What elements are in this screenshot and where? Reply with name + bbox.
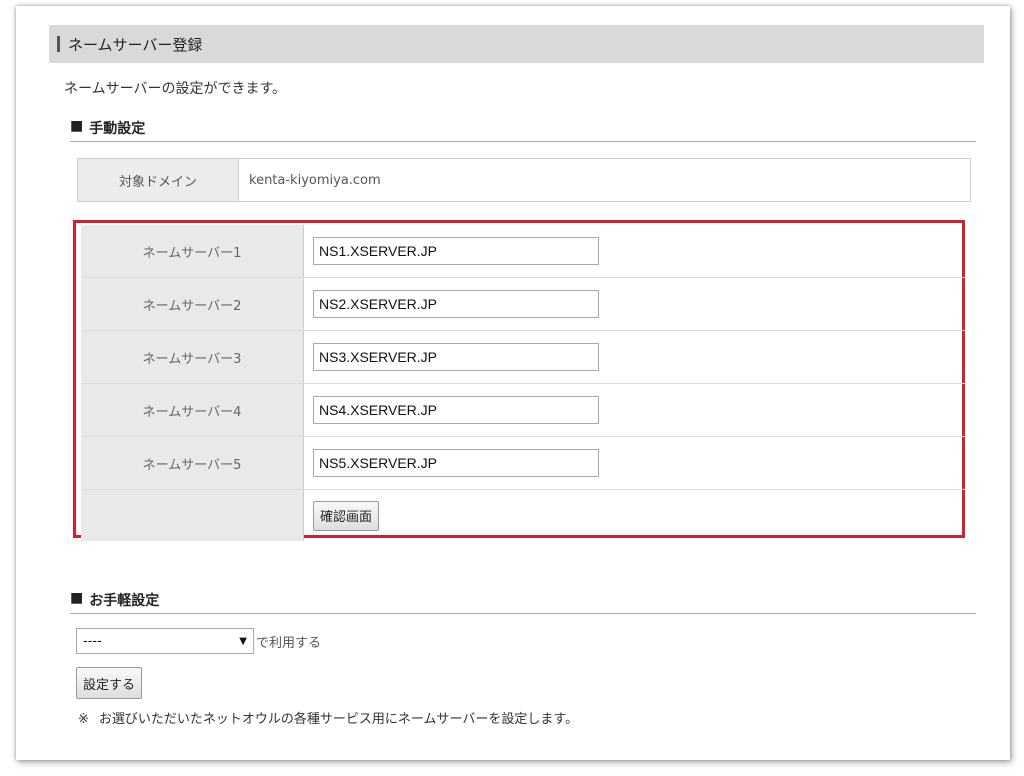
heading-accent-bar [57, 36, 60, 52]
nameserver-4-label: ネームサーバー4 [81, 384, 304, 436]
nameserver-row-4: ネームサーバー4 [81, 384, 966, 437]
square-bullet-icon: ■ [70, 590, 84, 606]
quick-section-label: お手軽設定 [89, 593, 160, 609]
manual-section-label: 手動設定 [89, 121, 146, 137]
nameserver-5-label: ネームサーバー5 [81, 437, 304, 489]
nameserver-1-label: ネームサーバー1 [81, 225, 304, 277]
nameserver-row-1: ネームサーバー1 [81, 225, 966, 278]
nameserver-highlight-box: ネームサーバー1 ネームサーバー2 ネームサーバー3 ネームサーバー4 ネームサ… [73, 220, 966, 541]
page-title: ネームサーバー登録 [68, 35, 203, 54]
domain-value: kenta-kiyomiya.com [249, 172, 381, 188]
nameserver-1-input[interactable] [313, 237, 599, 265]
nameserver-row-5: ネームサーバー5 [81, 437, 966, 490]
service-select[interactable]: ---- ▼ [76, 628, 254, 654]
service-select-value: ---- [83, 633, 102, 649]
page-heading: ネームサーバー登録 [49, 25, 984, 63]
note-text: ※ お選びいただいたネットオウルの各種サービス用にネームサーバーを設定します。 [78, 708, 578, 727]
domain-label: 対象ドメイン [78, 159, 239, 201]
confirm-row-label [81, 490, 304, 541]
nameserver-table: ネームサーバー1 ネームサーバー2 ネームサーバー3 ネームサーバー4 ネームサ… [81, 225, 966, 541]
square-bullet-icon: ■ [70, 118, 84, 134]
intro-text: ネームサーバーの設定ができます。 [64, 81, 287, 97]
nameserver-row-2: ネームサーバー2 [81, 278, 966, 331]
nameserver-2-input[interactable] [313, 290, 599, 318]
quick-select-row: ---- ▼ で利用する [76, 628, 321, 654]
nameserver-5-input[interactable] [313, 449, 599, 477]
set-button[interactable]: 設定する [76, 667, 143, 699]
nameserver-3-label: ネームサーバー3 [81, 331, 304, 383]
triangle-down-icon: ▼ [239, 635, 247, 647]
nameserver-4-input[interactable] [313, 396, 599, 424]
domain-table: 対象ドメイン kenta-kiyomiya.com [77, 158, 971, 202]
manual-section-title: ■ 手動設定 [70, 118, 976, 142]
nameserver-2-label: ネームサーバー2 [81, 278, 304, 330]
note-body: お選びいただいたネットオウルの各種サービス用にネームサーバーを設定します。 [98, 712, 579, 727]
note-mark: ※ [78, 712, 89, 727]
nameserver-3-input[interactable] [313, 343, 599, 371]
quick-section-title: ■ お手軽設定 [70, 590, 976, 614]
confirm-row: 確認画面 [81, 490, 966, 541]
confirm-button[interactable]: 確認画面 [313, 500, 380, 531]
select-suffix-text: で利用する [256, 635, 322, 651]
nameserver-row-3: ネームサーバー3 [81, 331, 966, 384]
